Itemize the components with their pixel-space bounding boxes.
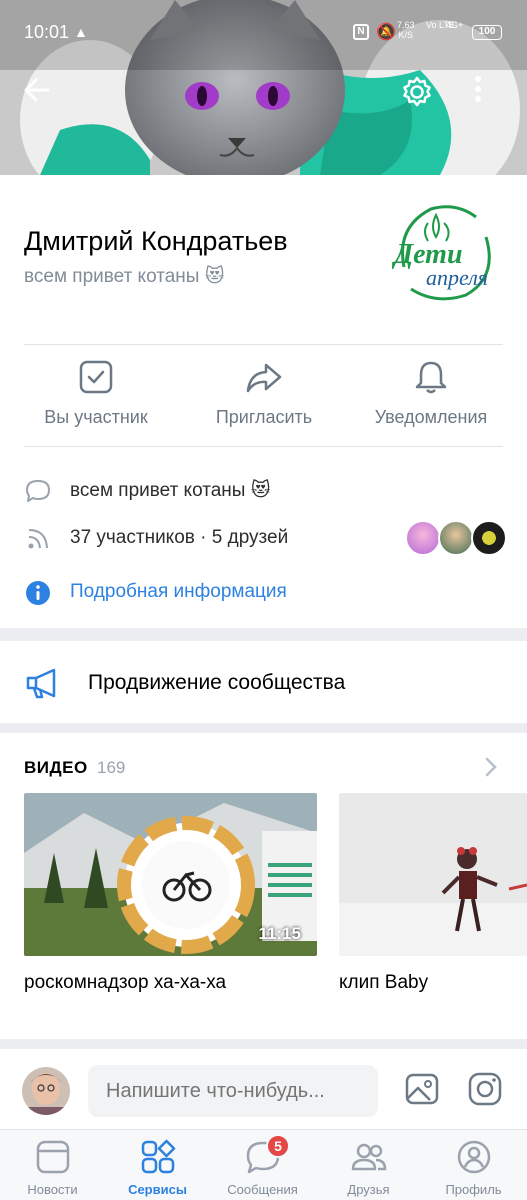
logo-text-bottom: апреля [426,265,488,290]
invite-label: Пригласить [215,407,313,427]
avatar [438,520,474,556]
speech-bubble-icon [26,480,50,502]
section-separator [0,1039,527,1049]
video-title[interactable]: клип Baby [339,972,527,994]
attach-photo-button[interactable] [404,1071,440,1107]
more-menu-button[interactable] [474,75,510,111]
members-row[interactable]: 37 участников · 5 друзей [0,518,527,558]
friends-icon [351,1143,386,1171]
tab-label: Новости [27,1182,78,1197]
status-bar: 10:01 ▲ N 🔕 7,63 K/S Vo LTE 4G+ 100 [0,0,527,66]
nfc-icon: N [353,24,369,40]
account-icon: ▲ [74,24,88,40]
group-header: Дмитрий Кондратьев всем привет котаны 😻 … [0,175,527,345]
group-name: Дмитрий Кондратьев [24,226,288,256]
post-input[interactable] [88,1065,378,1117]
camera-button[interactable] [467,1071,503,1107]
promotion-row[interactable]: Продвижение сообщества [0,641,527,723]
video-title[interactable]: роскомнадзор ха-ха-ха [24,972,317,994]
signal-icon: 4G+ [446,20,464,30]
cover-image: 10:01 ▲ N 🔕 7,63 K/S Vo LTE 4G+ 100 [0,0,527,175]
tab-label: Сообщения [227,1182,298,1197]
video-card[interactable]: клип Baby [339,793,527,994]
details-link[interactable]: Подробная информация [70,581,287,603]
status-text: всем привет котаны 😻 [70,480,271,501]
user-avatar-image [22,1067,70,1115]
promotion-label: Продвижение сообщества [88,671,346,694]
camera-icon [468,1072,502,1106]
video-thumbnail[interactable] [339,793,527,956]
bottom-tab-bar: Новости Сервисы 5 Сообщения Друзья Профи… [0,1129,527,1200]
section-separator [0,723,527,733]
invite-button[interactable]: Пригласить [184,345,344,445]
settings-button[interactable] [400,75,436,111]
deti-aprelya-logo: Дети апреля [391,205,491,301]
megaphone-icon [26,668,56,699]
post-composer [0,1049,527,1129]
video-duration: 11:15 [258,924,301,943]
section-separator [0,628,527,641]
group-status: всем привет котаны 😻 [24,266,225,287]
members-text: 37 участников · 5 друзей [70,527,289,548]
tab-profile[interactable]: Профиль [421,1130,526,1200]
share-arrow-icon [246,363,282,393]
video-card[interactable]: 11:15 роскомнадзор ха-ха-ха [24,793,317,994]
action-buttons: Вы участник Пригласить Уведомления [0,345,527,445]
info-icon [26,581,50,605]
tab-label: Друзья [347,1182,390,1197]
status-row: всем привет котаны 😻 [0,470,527,510]
group-avatar[interactable]: Дети апреля [386,197,498,309]
tab-services[interactable]: Сервисы [105,1130,210,1200]
services-grid-icon [141,1139,175,1174]
tab-friends[interactable]: Друзья [316,1130,421,1200]
tab-news[interactable]: Новости [0,1130,105,1200]
battery-icon: 100 [472,25,502,40]
chevron-right-icon[interactable] [482,756,500,778]
avatar[interactable] [22,1067,70,1115]
tab-messages[interactable]: 5 Сообщения [210,1130,315,1200]
avatar [471,520,507,556]
rss-feed-icon [28,529,48,549]
bell-icon [415,361,447,394]
avatar [405,520,441,556]
divider [24,446,503,447]
net-speed: 7,63 K/S [397,20,415,40]
newspaper-icon [36,1140,69,1174]
videos-section: ВИДЕО 169 11:15 роскомнадзор ха-ха-ха кл… [0,733,527,1039]
friends-avatars[interactable] [405,520,507,556]
status-time: 10:01 [24,22,70,42]
videos-count: 169 [97,758,126,777]
tab-label: Профиль [445,1182,502,1197]
checkbox-checked-icon [79,360,113,394]
notifications-button[interactable]: Уведомления [351,345,511,445]
mute-bell-icon: 🔕 [376,24,396,41]
member-button[interactable]: Вы участник [16,345,176,445]
videos-title[interactable]: ВИДЕО [24,758,88,778]
gear-icon [403,76,431,107]
video-thumbnail-image [339,793,527,956]
image-icon [405,1073,439,1105]
unread-badge: 5 [266,1134,290,1158]
arrow-left-icon [24,78,50,102]
notifications-label: Уведомления [374,407,488,427]
video-thumbnail[interactable]: 11:15 [24,793,317,956]
more-vertical-icon [475,76,481,102]
tab-label: Сервисы [128,1182,187,1197]
back-button[interactable] [22,75,58,111]
details-row[interactable]: Подробная информация [0,572,527,612]
member-label: Вы участник [44,407,148,427]
profile-icon [457,1140,490,1174]
